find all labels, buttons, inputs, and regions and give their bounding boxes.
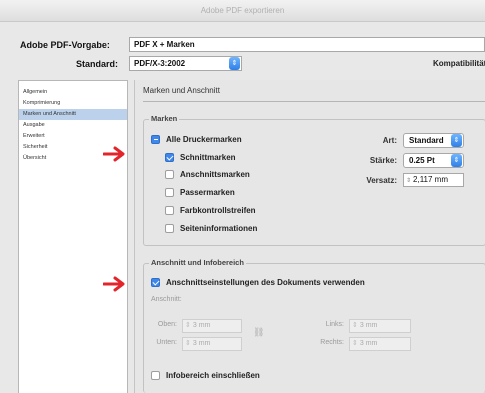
registration-marks-checkbox[interactable]: Passermarken — [165, 186, 235, 198]
offset-input[interactable]: ⇕ 2,117 mm — [403, 173, 464, 187]
sidebar-item-allgemein[interactable]: Allgemein — [19, 87, 127, 98]
use-document-bleed-label: Anschnittseinstellungen des Dokuments ve… — [166, 277, 365, 287]
type-label: Art: — [382, 136, 397, 145]
sidebar-item-komprimierung[interactable]: Komprimierung — [19, 98, 127, 109]
checkbox-icon — [151, 370, 160, 380]
sidebar-item-marken-und-anschnitt[interactable]: Marken und Anschnitt — [19, 109, 127, 120]
checkbox-checked-icon — [165, 152, 174, 162]
standard-select[interactable]: PDF/X-3:2002 — [129, 56, 242, 71]
registration-marks-label: Passermarken — [180, 187, 235, 197]
window-title: Adobe PDF exportieren — [0, 0, 485, 22]
include-slug-checkbox[interactable]: Infobereich einschließen — [151, 369, 260, 381]
all-marks-checkbox[interactable]: Alle Druckermarken — [151, 133, 242, 145]
sidebar: Allgemein Komprimierung Marken und Ansch… — [18, 80, 128, 393]
crop-marks-checkbox[interactable]: Schnittmarken — [165, 151, 236, 163]
preset-field[interactable]: PDF X + Marken — [129, 37, 485, 52]
right-value: 3 mm — [359, 340, 378, 347]
bleed-group-label: Anschnitt und Infobereich — [149, 258, 246, 267]
top-label: Oben: — [157, 321, 177, 328]
checkbox-icon — [165, 205, 174, 215]
checkbox-icon — [165, 223, 174, 233]
stepper-arrows-icon[interactable]: ⇕ — [406, 178, 411, 184]
weight-label: Stärke: — [369, 156, 397, 165]
checkbox-checked-icon — [151, 277, 160, 287]
marks-group-label: Marken — [149, 114, 180, 123]
chain-link-icon[interactable]: ⛓ — [253, 327, 264, 338]
panel-title: Marken und Anschnitt — [143, 86, 220, 95]
right-input[interactable]: ⇕ 3 mm — [349, 337, 411, 351]
checkbox-icon — [165, 187, 174, 197]
preset-label: Adobe PDF-Vorgabe: — [20, 40, 110, 50]
offset-value: 2,117 mm — [413, 175, 449, 184]
top-input[interactable]: ⇕ 3 mm — [182, 319, 242, 333]
crop-marks-label: Schnittmarken — [180, 152, 236, 162]
panel-divider — [143, 101, 485, 102]
page-info-label: Seiteninformationen — [180, 223, 258, 233]
bottom-label: Unten: — [156, 339, 177, 346]
right-label: Rechts: — [320, 339, 344, 346]
stepper-arrows-icon[interactable]: ⇕ — [352, 322, 358, 329]
bleed-marks-label: Anschnittsmarken — [180, 169, 250, 179]
bottom-value: 3 mm — [192, 340, 211, 347]
standard-chevron-icon[interactable]: ⇕ — [229, 57, 240, 70]
sidebar-item-erweitert[interactable]: Erweitert — [19, 131, 127, 142]
compatibility-label: Kompatibilität — [433, 59, 485, 68]
all-marks-label: Alle Druckermarken — [166, 134, 242, 144]
standard-label: Standard: — [76, 59, 119, 69]
sidebar-item-ausgabe[interactable]: Ausgabe — [19, 120, 127, 131]
page-info-checkbox[interactable]: Seiteninformationen — [165, 222, 257, 234]
checkbox-mixed-icon — [151, 134, 160, 144]
annotation-arrow-icon — [103, 276, 125, 292]
bleed-label: Anschnitt: — [151, 296, 182, 303]
left-label: Links: — [325, 321, 344, 328]
color-bars-label: Farbkontrollstreifen — [180, 205, 256, 215]
annotation-arrow-icon — [103, 146, 125, 162]
left-input[interactable]: ⇕ 3 mm — [349, 319, 411, 333]
bleed-marks-checkbox[interactable]: Anschnittsmarken — [165, 168, 250, 180]
include-slug-label: Infobereich einschließen — [166, 370, 260, 380]
top-value: 3 mm — [192, 322, 211, 329]
type-chevron-icon[interactable]: ⇕ — [451, 134, 462, 147]
stepper-arrows-icon[interactable]: ⇕ — [185, 340, 191, 347]
weight-chevron-icon[interactable]: ⇕ — [451, 154, 462, 167]
settings-panel: Marken und Anschnitt Marken Alle Drucker… — [134, 80, 485, 393]
stepper-arrows-icon[interactable]: ⇕ — [185, 322, 191, 329]
stepper-arrows-icon[interactable]: ⇕ — [352, 340, 358, 347]
bottom-input[interactable]: ⇕ 3 mm — [182, 337, 242, 351]
checkbox-icon — [165, 169, 174, 179]
offset-label: Versatz: — [366, 176, 397, 185]
use-document-bleed-checkbox[interactable]: Anschnittseinstellungen des Dokuments ve… — [151, 276, 365, 288]
left-value: 3 mm — [359, 322, 378, 329]
color-bars-checkbox[interactable]: Farbkontrollstreifen — [165, 204, 256, 216]
